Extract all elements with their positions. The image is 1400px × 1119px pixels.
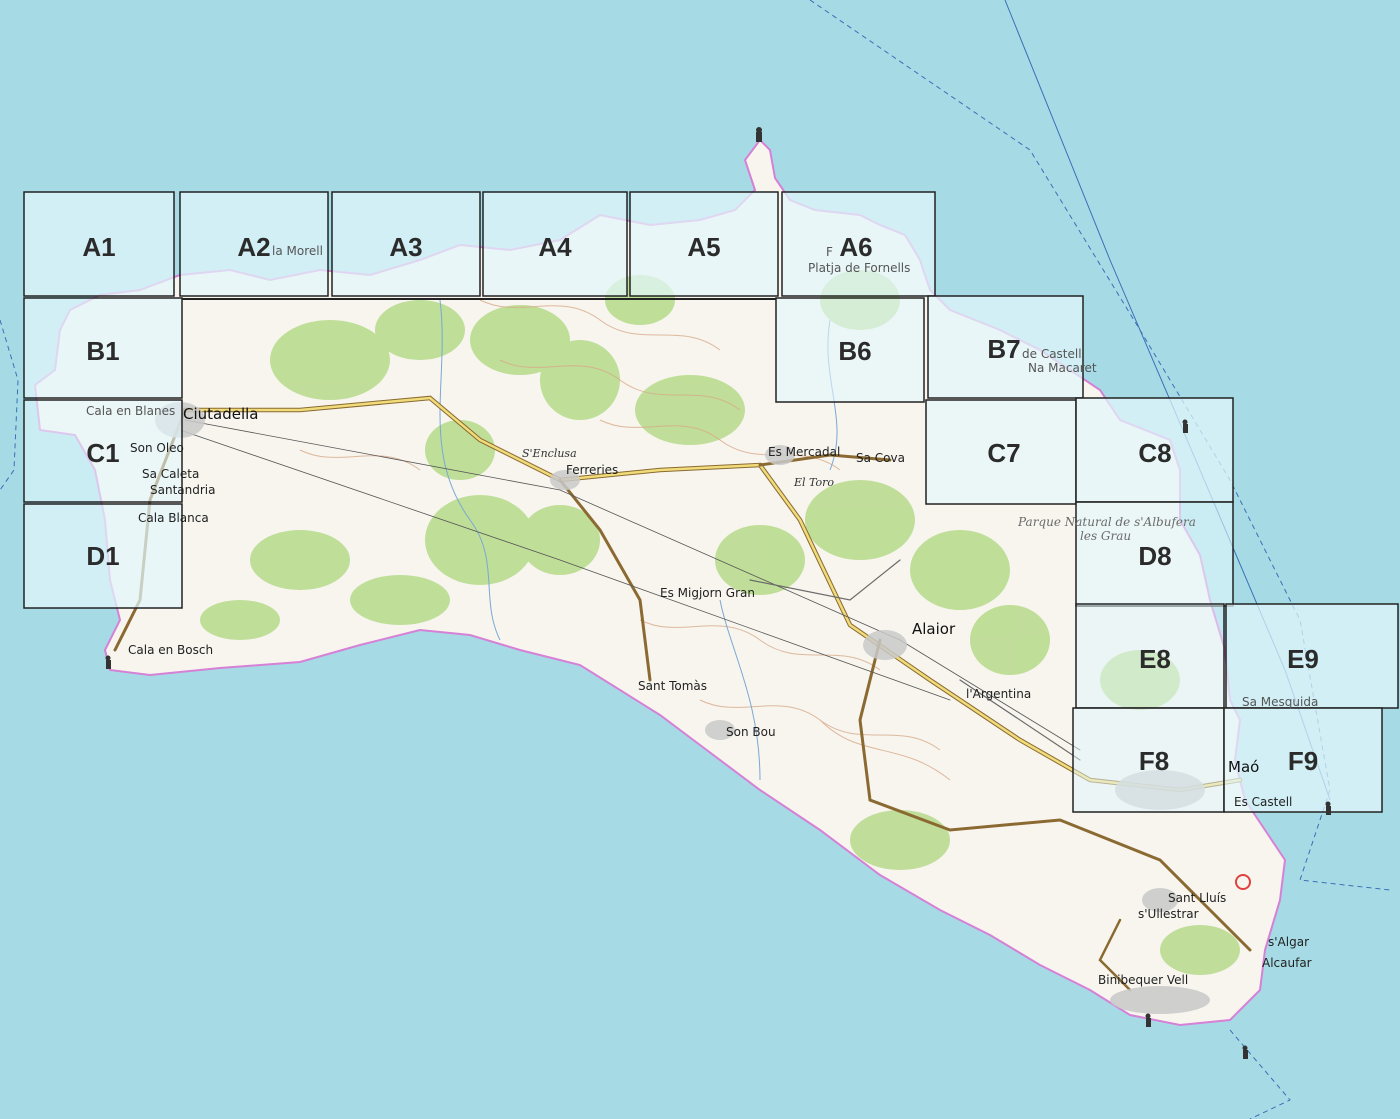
place-label-binibequer-vell: Binibequer Vell xyxy=(1098,973,1188,987)
tile-label: D1 xyxy=(86,541,119,571)
place-label-es-grau: les Grau xyxy=(1080,529,1131,543)
tile-label: A6 xyxy=(839,232,872,262)
place-label-alaior: Alaior xyxy=(912,620,956,638)
tile-E8[interactable]: E8 xyxy=(1075,603,1225,709)
tile-B1[interactable]: B1 xyxy=(23,297,183,399)
tile-A1[interactable]: A1 xyxy=(23,191,175,297)
tile-label: A3 xyxy=(389,232,422,262)
tile-label: A5 xyxy=(687,232,720,262)
tile-label: C8 xyxy=(1138,438,1171,468)
place-label-sa-mesquida: Sa Mesquida xyxy=(1242,695,1318,709)
place-label-parque-natural: Parque Natural de s'Albufera xyxy=(1017,515,1196,529)
place-label-ciutadella: Ciutadella xyxy=(183,405,259,423)
tile-A3[interactable]: A3 xyxy=(331,191,481,297)
place-label-son-oleo: Son Oleo xyxy=(130,441,184,455)
place-label-na-macaret: Na Macaret xyxy=(1028,361,1097,375)
lighthouse-icon xyxy=(105,655,111,669)
tile-label: F9 xyxy=(1288,746,1318,776)
tile-F8[interactable]: F8 xyxy=(1072,707,1225,813)
place-label-sant-lluis: Sant Lluís xyxy=(1168,891,1226,905)
place-label-el-toro: El Toro xyxy=(793,476,834,489)
tile-B6[interactable]: B6 xyxy=(775,297,925,403)
lighthouse-icon xyxy=(1182,419,1188,433)
map: A1 A2 A3 A4 A5 A6 B1 B6 B7 C1 C7 C8 D1 D… xyxy=(0,0,1400,1119)
place-label-sa-cova: Sa Cova xyxy=(856,451,905,465)
tile-label: C1 xyxy=(86,438,119,468)
tile-label: E9 xyxy=(1287,644,1319,674)
tile-label: D8 xyxy=(1138,541,1171,571)
tile-label: E8 xyxy=(1139,644,1171,674)
tile-A4[interactable]: A4 xyxy=(482,191,628,297)
place-label-fornells: F xyxy=(826,245,833,259)
tile-label: A2 xyxy=(237,232,270,262)
tile-label: B1 xyxy=(86,336,119,366)
place-label-sant-tomas: Sant Tomàs xyxy=(638,679,707,693)
tile-label: F8 xyxy=(1139,746,1169,776)
place-label-largentina: l'Argentina xyxy=(966,687,1031,701)
place-label-cala-en-bosch: Cala en Bosch xyxy=(128,643,213,657)
place-label-es-migjorn-gran: Es Migjorn Gran xyxy=(660,586,755,600)
tile-strip-B2-B5 xyxy=(182,298,776,300)
tile-C7[interactable]: C7 xyxy=(925,399,1077,505)
tile-A5[interactable]: A5 xyxy=(629,191,779,297)
tile-label: A1 xyxy=(82,232,115,262)
place-label-platja-de-fornells: Platja de Fornells xyxy=(808,261,910,275)
tile-label: B7 xyxy=(987,334,1020,364)
place-label-cala-en-blanes: Cala en Blanes xyxy=(86,404,175,418)
place-label-cala-blanca: Cala Blanca xyxy=(138,511,209,525)
lighthouse-icon xyxy=(1325,801,1331,815)
place-label-es-mercadal: Es Mercadal xyxy=(768,445,840,459)
place-label-es-castell: Es Castell xyxy=(1234,795,1292,809)
place-label-alcaufar: Alcaufar xyxy=(1262,956,1312,970)
tile-label: C7 xyxy=(987,438,1020,468)
tile-C8[interactable]: C8 xyxy=(1075,397,1234,503)
place-label-santandria: Santandria xyxy=(150,483,215,497)
place-label-sa-caleta: Sa Caleta xyxy=(142,467,199,481)
place-label-son-bou: Son Bou xyxy=(726,725,776,739)
tile-E9[interactable]: E9 xyxy=(1225,603,1399,709)
place-label-senclusa: S'Enclusa xyxy=(522,447,577,460)
place-label-mao: Maó xyxy=(1228,758,1259,776)
tile-label: A4 xyxy=(538,232,572,262)
place-label-salgar: s'Algar xyxy=(1268,935,1309,949)
place-label-ferreries: Ferreries xyxy=(566,463,618,477)
tile-label: B6 xyxy=(838,336,871,366)
place-label-sullestrar: s'Ullestrar xyxy=(1138,907,1199,921)
lighthouse-icon xyxy=(1145,1013,1151,1027)
lighthouse-icon xyxy=(1242,1045,1248,1059)
place-label-la-morell: la Morell xyxy=(272,244,323,258)
place-label-de-castell: de Castell xyxy=(1022,347,1082,361)
tile-A6[interactable]: A6 xyxy=(781,191,936,297)
lighthouse-icon xyxy=(756,127,762,142)
